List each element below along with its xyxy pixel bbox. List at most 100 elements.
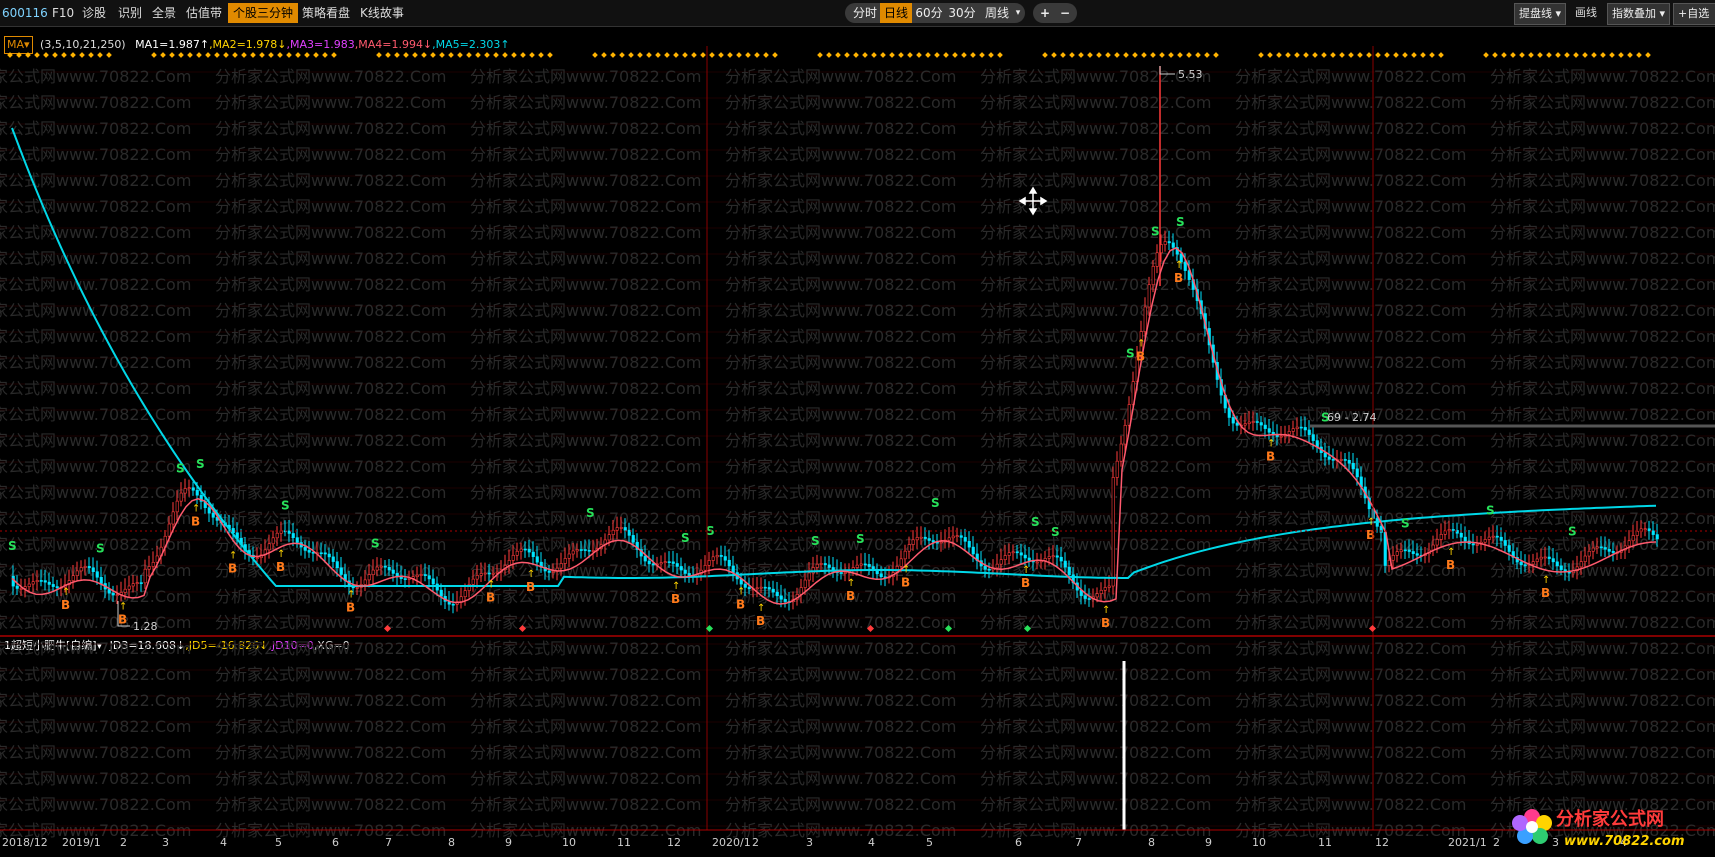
shibie-button[interactable]: 识别: [118, 3, 142, 23]
period-60min[interactable]: 60分: [913, 3, 945, 23]
signal-diamond: [934, 52, 940, 58]
period-weekly[interactable]: 周线: [980, 3, 1014, 23]
watermark-text: 分析家公式网www.70822.Com: [725, 405, 956, 424]
candle-body: [675, 563, 679, 567]
signal-diamond: [277, 52, 283, 58]
candle-body: [195, 489, 199, 496]
quanjing-button[interactable]: 全景: [152, 3, 176, 23]
candle-body: [727, 559, 731, 567]
signal-diamond: [529, 52, 535, 58]
watermark-text: 分析家公式网www.70822.Com: [215, 639, 446, 658]
period-fenshi[interactable]: 分时: [850, 3, 880, 23]
candle-body: [767, 587, 771, 590]
candle-body: [779, 595, 783, 600]
candle-body: [591, 550, 595, 552]
sell-signal-s: S: [856, 532, 865, 546]
tab-gegu-sanfenzhong[interactable]: 个股三分钟: [228, 3, 299, 23]
signal-diamond: [1168, 52, 1174, 58]
period-dropdown-icon[interactable]: ▾: [1013, 3, 1023, 23]
watermark-text: 分析家公式网www.70822.Com: [0, 769, 191, 788]
watermark-text: 分析家公式网www.70822.Com: [1490, 587, 1715, 606]
signal-diamond: [88, 52, 94, 58]
candle-body: [31, 581, 35, 585]
signal-diamond: [1636, 52, 1642, 58]
watermark-text: 分析家公式网www.70822.Com: [980, 379, 1211, 398]
candle-body: [707, 560, 711, 566]
watermark-text: 分析家公式网www.70822.Com: [215, 145, 446, 164]
signal-diamond: [889, 52, 895, 58]
signal-diamond: [682, 52, 688, 58]
period-30min[interactable]: 30分: [946, 3, 978, 23]
candle-body: [999, 559, 1003, 565]
candle-body: [379, 565, 383, 568]
candle-body: [463, 590, 467, 598]
watermark-text: 分析家公式网www.70822.Com: [1235, 665, 1466, 684]
buy-arrow-icon: ↑: [1175, 260, 1183, 271]
watermark-text: 分析家公式网www.70822.Com: [980, 431, 1211, 450]
candle-body: [291, 533, 295, 538]
stock-code[interactable]: 600116: [2, 3, 48, 23]
candle-body: [867, 564, 871, 567]
watermark-text: 分析家公式网www.70822.Com: [215, 743, 446, 762]
huaxian-button[interactable]: 画线: [1575, 3, 1597, 23]
kxian-story-button[interactable]: K线故事: [360, 3, 404, 23]
watermark-text: 分析家公式网www.70822.Com: [215, 457, 446, 476]
watermark-text: 分析家公式网www.70822.Com: [0, 93, 191, 112]
watermark-text: 分析家公式网www.70822.Com: [470, 249, 701, 268]
candle-body: [363, 579, 367, 585]
candle-body: [419, 574, 423, 576]
signal-diamond: [826, 52, 832, 58]
candle-body: [1023, 554, 1027, 559]
candle-body: [111, 592, 115, 596]
signal-diamond: [457, 52, 463, 58]
candle-body: [1311, 434, 1315, 441]
candle-body: [123, 588, 127, 593]
candle-body: [431, 578, 435, 585]
tisuoxian-button[interactable]: 提盘线 ▾: [1514, 3, 1567, 25]
kline-chart[interactable]: 分析家公式网www.70822.Com 分析家公式网www.70822.Com 分析…: [0, 26, 1715, 857]
candle-body: [1607, 548, 1611, 552]
candle-body: [1503, 540, 1507, 546]
signal-diamond: [403, 52, 409, 58]
celue-button[interactable]: 策略看盘: [302, 3, 350, 23]
candle-body: [1655, 534, 1659, 540]
candle-body: [75, 570, 79, 576]
candle-body: [1567, 571, 1571, 574]
candle-body: [571, 550, 575, 555]
zoom-out-button[interactable]: −: [1056, 3, 1074, 23]
candle-body: [1491, 535, 1495, 538]
candle-body: [83, 566, 87, 568]
candle-body: [475, 575, 479, 580]
candle-body: [1287, 431, 1291, 435]
sell-signal-s: S: [1486, 504, 1495, 518]
signal-diamond: [871, 52, 877, 58]
f10-button[interactable]: F10: [52, 3, 74, 23]
watermark-text: 分析家公式网www.70822.Com: [0, 483, 191, 502]
index-overlay-button[interactable]: 指数叠加 ▾: [1607, 3, 1671, 25]
buy-signal-b: B: [486, 591, 495, 605]
signal-diamond: [1285, 52, 1291, 58]
candle-body: [1143, 306, 1147, 332]
watermark-text: 分析家公式网www.70822.Com: [215, 587, 446, 606]
candle-body: [967, 541, 971, 548]
candle-body: [1003, 555, 1007, 560]
watermark-text: 分析家公式网www.70822.Com: [215, 665, 446, 684]
add-watchlist-button[interactable]: +自选: [1673, 3, 1715, 25]
watermark-text: 分析家公式网www.70822.Com: [1235, 223, 1466, 242]
buy-signal-b: B: [526, 580, 535, 594]
period-daily[interactable]: 日线: [880, 3, 912, 23]
x-tick-label: 8: [1148, 836, 1155, 849]
watermark-text: 分析家公式网www.70822.Com: [980, 93, 1211, 112]
guzhidai-button[interactable]: 估值带: [186, 3, 222, 23]
zoom-in-button[interactable]: +: [1036, 3, 1054, 23]
candle-body: [335, 561, 339, 569]
candle-body: [323, 552, 327, 555]
signal-diamond: [331, 52, 337, 58]
buy-arrow-icon: ↑: [1542, 575, 1550, 586]
candle-body: [1103, 587, 1107, 591]
signal-diamond: [304, 52, 310, 58]
candle-body: [99, 576, 103, 584]
candle-body: [307, 550, 311, 553]
watermark-text: 分析家公式网www.70822.Com: [0, 275, 191, 294]
zhengu-button[interactable]: 诊股: [82, 3, 106, 23]
